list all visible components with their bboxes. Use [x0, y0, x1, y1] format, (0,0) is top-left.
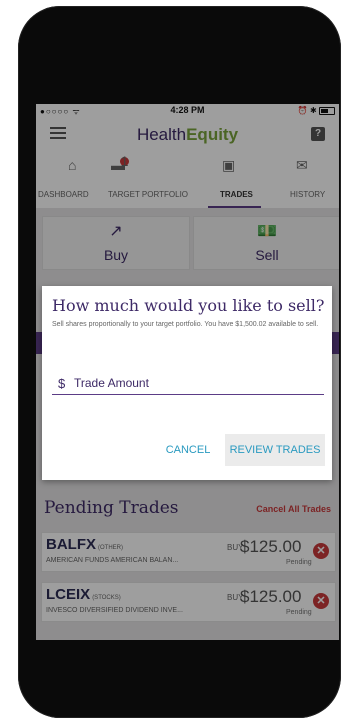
dialog-description: Sell shares proportionally to your targe… [52, 321, 319, 328]
trade-amount-field: $ [52, 372, 324, 395]
cancel-button[interactable]: CANCEL [158, 436, 218, 464]
app-screen: ●○○○○ ᯤ 4:28 PM ⏰ ✱ HealthEquity ? ⌂ ▬ 1… [36, 104, 339, 640]
dialog-title: How much would you like to sell? [52, 296, 325, 315]
currency-symbol: $ [58, 376, 66, 391]
review-trades-button[interactable]: REVIEW TRADES [225, 434, 325, 466]
trade-amount-input[interactable] [74, 374, 314, 392]
sell-dialog: How much would you like to sell? Sell sh… [42, 286, 332, 480]
